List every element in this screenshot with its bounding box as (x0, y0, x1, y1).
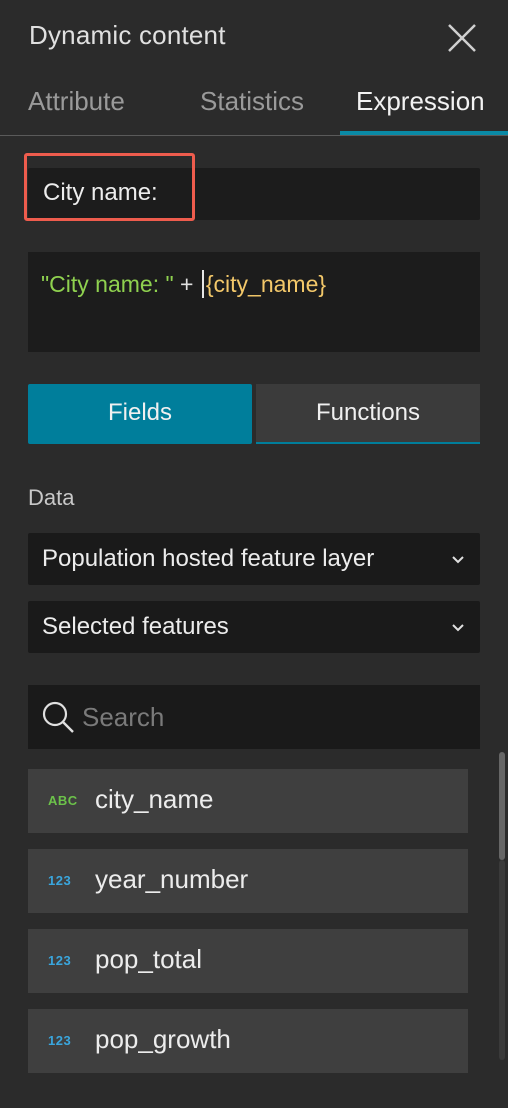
functions-toggle-label: Functions (315, 399, 421, 426)
panel-header: Dynamic content (0, 0, 508, 74)
highlight-box (24, 153, 195, 221)
panel-title: Dynamic content (29, 20, 226, 50)
field-search-box (28, 685, 480, 749)
text-type-badge: ABC (48, 793, 78, 808)
scrollbar-track (499, 860, 505, 1060)
active-tab-indicator (340, 131, 508, 135)
field-name: pop_total (95, 944, 202, 974)
tab-bar: Attribute Statistics Expression (0, 74, 508, 136)
functions-toggle-button[interactable]: Functions (256, 384, 480, 444)
fields-toggle-label: Fields (107, 399, 173, 426)
layer-select-value: Population hosted feature layer (42, 545, 375, 572)
field-item-year-number[interactable]: 123 year_number (28, 849, 468, 913)
close-button[interactable] (440, 16, 484, 60)
field-name: city_name (95, 784, 214, 814)
chevron-down-icon (452, 556, 464, 564)
number-type-badge: 123 (48, 873, 72, 888)
number-type-badge: 123 (48, 953, 72, 968)
chevron-down-icon (452, 624, 464, 632)
scope-select[interactable]: Selected features (28, 601, 480, 653)
field-item-pop-total[interactable]: 123 pop_total (28, 929, 468, 993)
number-type-badge: 123 (48, 1033, 72, 1048)
expression-code: "City name: " + {city_name} (41, 270, 326, 298)
data-section-label: Data (28, 485, 75, 510)
field-item-city-name[interactable]: ABC city_name (28, 769, 468, 833)
fields-toggle-button[interactable]: Fields (28, 384, 252, 444)
field-name: pop_growth (95, 1024, 231, 1054)
code-string-token: "City name: " (41, 271, 174, 297)
close-icon (448, 24, 476, 52)
scope-select-value: Selected features (42, 613, 229, 640)
tab-expression[interactable]: Expression (356, 86, 485, 117)
search-input[interactable] (82, 695, 462, 739)
text-caret (201, 270, 204, 298)
expression-editor[interactable]: "City name: " + {city_name} (28, 252, 480, 352)
search-icon (42, 701, 74, 733)
code-operator-token: + (173, 271, 200, 297)
field-name: year_number (95, 864, 249, 894)
scrollbar-thumb[interactable] (499, 752, 505, 860)
tab-attribute[interactable]: Attribute (28, 86, 125, 117)
tab-statistics[interactable]: Statistics (200, 86, 304, 117)
field-item-pop-growth[interactable]: 123 pop_growth (28, 1009, 468, 1073)
layer-select[interactable]: Population hosted feature layer (28, 533, 480, 585)
code-field-token: {city_name} (205, 271, 327, 297)
